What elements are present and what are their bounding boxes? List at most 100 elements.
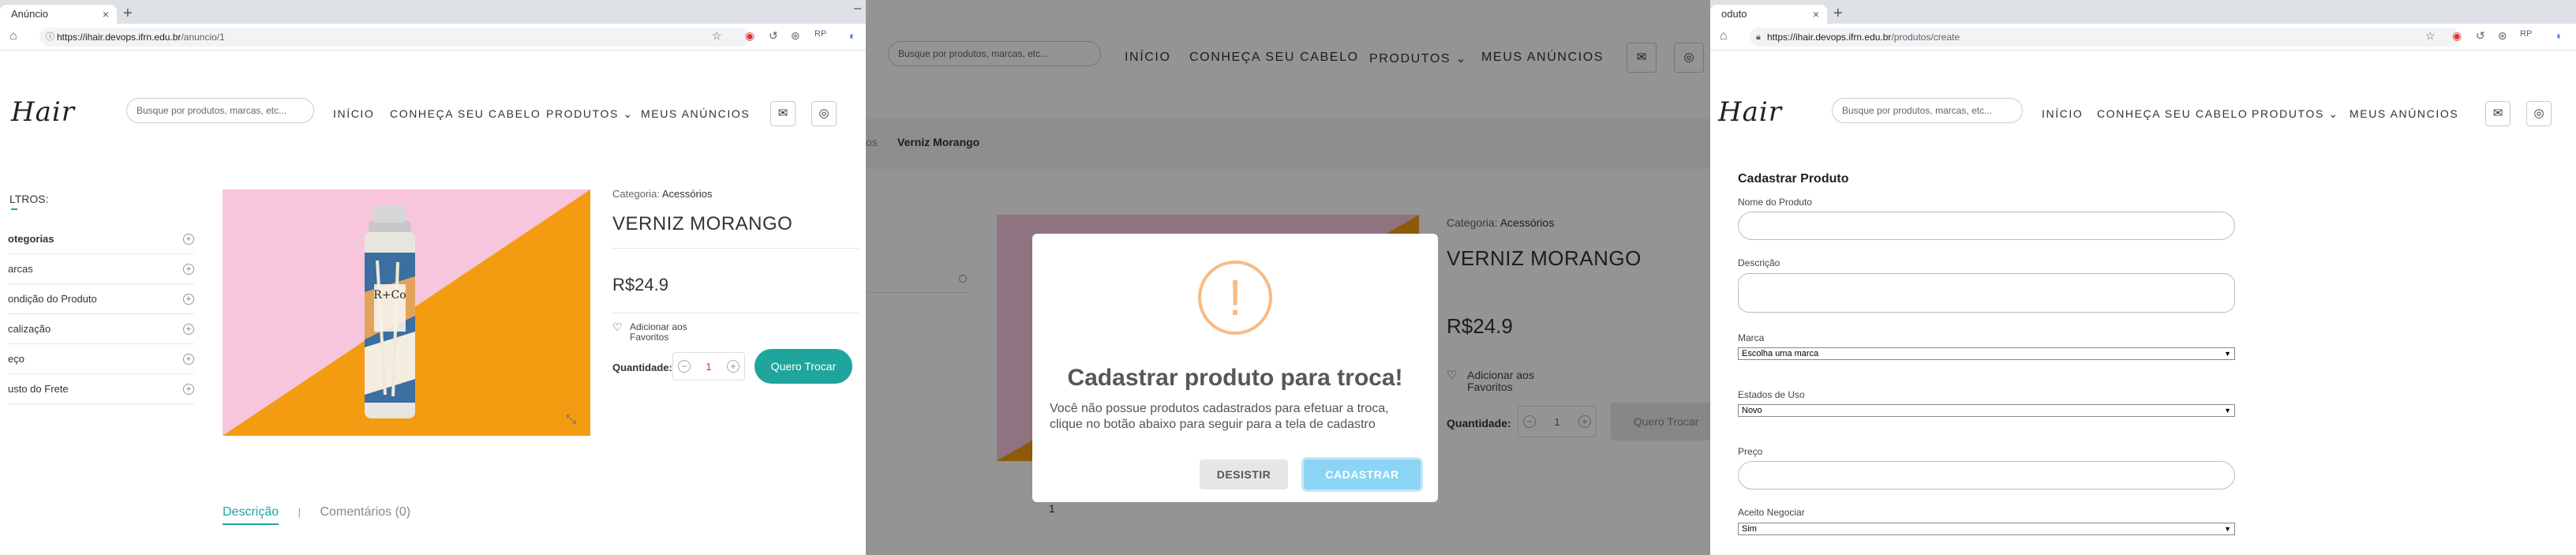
filter-label: usto do Frete [8, 383, 69, 395]
menu-inicio[interactable]: INÍCIO [333, 107, 374, 120]
browser-tab-strip: Anúncio × + – [0, 0, 866, 24]
menu-meus-anuncios[interactable]: MEUS ANÚNCIOS [2349, 107, 2458, 120]
menu-meus-anuncios[interactable]: MEUS ANÚNCIOS [641, 107, 750, 120]
url-field[interactable]: ⓘ https://ihair.devops.ifrn.edu.br/anunc… [39, 28, 750, 47]
filter-label: arcas [8, 263, 33, 275]
product-photo: R+Co ⤡ [223, 189, 590, 436]
chevron-down-icon: ▼ [2224, 525, 2231, 533]
browser-tab-title: oduto [1721, 8, 1747, 20]
profile-extension-icon[interactable]: ◐ [849, 29, 856, 42]
minimize-icon[interactable]: – [854, 2, 861, 16]
filter-localizacao[interactable]: calização + [8, 314, 194, 344]
settings-extension-icon[interactable]: ⊛ [791, 29, 800, 43]
mail-button[interactable]: ✉ [770, 101, 796, 126]
history-extension-icon[interactable]: ↺ [2476, 29, 2485, 43]
brand-value: Escolha uma marca [1742, 349, 1819, 358]
cancel-button[interactable]: DESISTIR [1200, 459, 1288, 489]
svg-text:⤡: ⤡ [566, 413, 576, 426]
new-tab-icon[interactable]: + [1833, 5, 1843, 22]
search-input[interactable]: Busque por produtos, marcas, etc... [126, 98, 314, 123]
price-input[interactable] [1738, 461, 2235, 489]
menu-inicio[interactable]: INÍCIO [2042, 107, 2083, 120]
plus-icon[interactable]: + [183, 264, 194, 275]
site-header: Hair Busque por produtos, marcas, etc...… [1710, 88, 2576, 144]
site-logo[interactable]: Hair [1718, 96, 1782, 128]
brand-select[interactable]: Escolha uma marca ▼ [1738, 347, 2235, 360]
rp-extension-icon[interactable]: RP [814, 29, 826, 39]
menu-produtos[interactable]: PRODUTOS ⌄ [2252, 107, 2339, 121]
chevron-down-icon: ▼ [2224, 350, 2231, 358]
url-field[interactable]: 🔒︎ https://ihair.devops.ifrn.edu.br/prod… [1750, 28, 2460, 47]
add-to-favorites[interactable]: Adicionar aos Favoritos [630, 322, 709, 343]
filter-categorias[interactable]: otegorias + [8, 224, 194, 254]
url-host: https://ihair.devops.ifrn.edu.br [1767, 32, 1892, 43]
browser-tab[interactable]: Anúncio × [0, 5, 117, 24]
browser-tab[interactable]: oduto × [1710, 5, 1827, 24]
close-tab-icon[interactable]: × [1813, 5, 1819, 24]
new-tab-icon[interactable]: + [123, 5, 133, 22]
browser-window-create: oduto × + ⌂ 🔒︎ https://ihair.devops.ifrn… [1710, 0, 2576, 555]
product-image[interactable]: R+Co ⤡ [223, 189, 590, 436]
product-tabs: Descrição | Comentários (0) [223, 505, 410, 525]
search-input[interactable]: Busque por produtos, marcas, etc... [1832, 98, 2023, 123]
warning-icon: ! [1198, 261, 1272, 335]
negotiate-label: Aceito Negociar [1738, 507, 1805, 518]
plus-icon[interactable]: + [183, 234, 194, 245]
register-button[interactable]: CADASTRAR [1304, 459, 1421, 489]
tab-comments[interactable]: Comentários (0) [320, 505, 410, 519]
filter-label: otegorias [8, 233, 54, 245]
site-logo[interactable]: Hair [11, 96, 75, 128]
plus-icon[interactable]: + [183, 294, 194, 305]
rp-extension-icon[interactable]: RP [2520, 29, 2532, 39]
filters-title: LTROS: [9, 193, 49, 205]
close-tab-icon[interactable]: × [103, 5, 109, 24]
filter-preco[interactable]: eço + [8, 344, 194, 374]
filter-label: eço [8, 353, 24, 365]
trade-button[interactable]: Quero Trocar [754, 349, 852, 384]
settings-extension-icon[interactable]: ⊛ [2498, 29, 2507, 43]
plus-icon[interactable]: + [183, 324, 194, 335]
account-button[interactable]: ◎ [811, 101, 837, 126]
lock-icon[interactable]: 🔒︎ [1756, 28, 1761, 47]
menu-conheca-seu-cabelo[interactable]: CONHEÇA SEU CABELO [390, 107, 541, 120]
plus-icon[interactable]: + [183, 384, 194, 395]
description-textarea[interactable] [1738, 273, 2235, 313]
plus-icon[interactable]: + [727, 360, 739, 373]
description-label: Descrição [1738, 257, 1780, 268]
filter-label: ondição do Produto [8, 293, 97, 305]
heart-icon[interactable]: ♡ [612, 321, 623, 334]
account-button[interactable]: ◎ [2526, 101, 2552, 126]
bookmark-star-icon[interactable]: ☆ [712, 29, 722, 43]
quantity-value[interactable]: 1 [695, 353, 722, 381]
filter-condicao[interactable]: ondição do Produto + [8, 284, 194, 314]
minus-icon[interactable]: − [678, 360, 691, 373]
form-title: Cadastrar Produto [1738, 172, 1849, 186]
product-category: Categoria: Acessórios [612, 188, 712, 200]
home-icon[interactable]: ⌂ [9, 29, 17, 43]
menu-produtos[interactable]: PRODUTOS ⌄ [546, 107, 634, 121]
menu-conheca-seu-cabelo[interactable]: CONHEÇA SEU CABELO [2097, 107, 2248, 120]
profile-extension-icon[interactable]: ◐ [2556, 29, 2563, 42]
state-select[interactable]: Novo ▼ [1738, 404, 2235, 417]
address-bar: ⌂ ⓘ https://ihair.devops.ifrn.edu.br/anu… [0, 24, 866, 51]
negotiate-select[interactable]: Sim ▼ [1738, 523, 2235, 535]
brand-label: Marca [1738, 332, 1765, 343]
category-label: Categoria: [612, 188, 660, 200]
plus-icon[interactable]: + [183, 354, 194, 365]
bookmark-star-icon[interactable]: ☆ [2425, 29, 2436, 43]
info-icon[interactable]: ⓘ [46, 28, 54, 47]
filter-frete[interactable]: usto do Frete + [8, 374, 194, 404]
category-value[interactable]: Acessórios [662, 188, 713, 200]
product-name-input[interactable] [1738, 212, 2235, 240]
state-label: Estados de Uso [1738, 389, 1805, 400]
quantity-stepper[interactable]: − 1 + [672, 352, 745, 381]
filter-marcas[interactable]: arcas + [8, 254, 194, 284]
product-name-label: Nome do Produto [1738, 197, 1813, 208]
mail-button[interactable]: ✉ [2485, 101, 2510, 126]
home-icon[interactable]: ⌂ [1720, 29, 1728, 43]
opera-extension-icon[interactable]: ◉ [2452, 29, 2462, 43]
opera-extension-icon[interactable]: ◉ [745, 29, 754, 43]
tab-description[interactable]: Descrição [223, 505, 279, 525]
history-extension-icon[interactable]: ↺ [769, 29, 778, 43]
mail-icon: ✉ [777, 107, 788, 120]
